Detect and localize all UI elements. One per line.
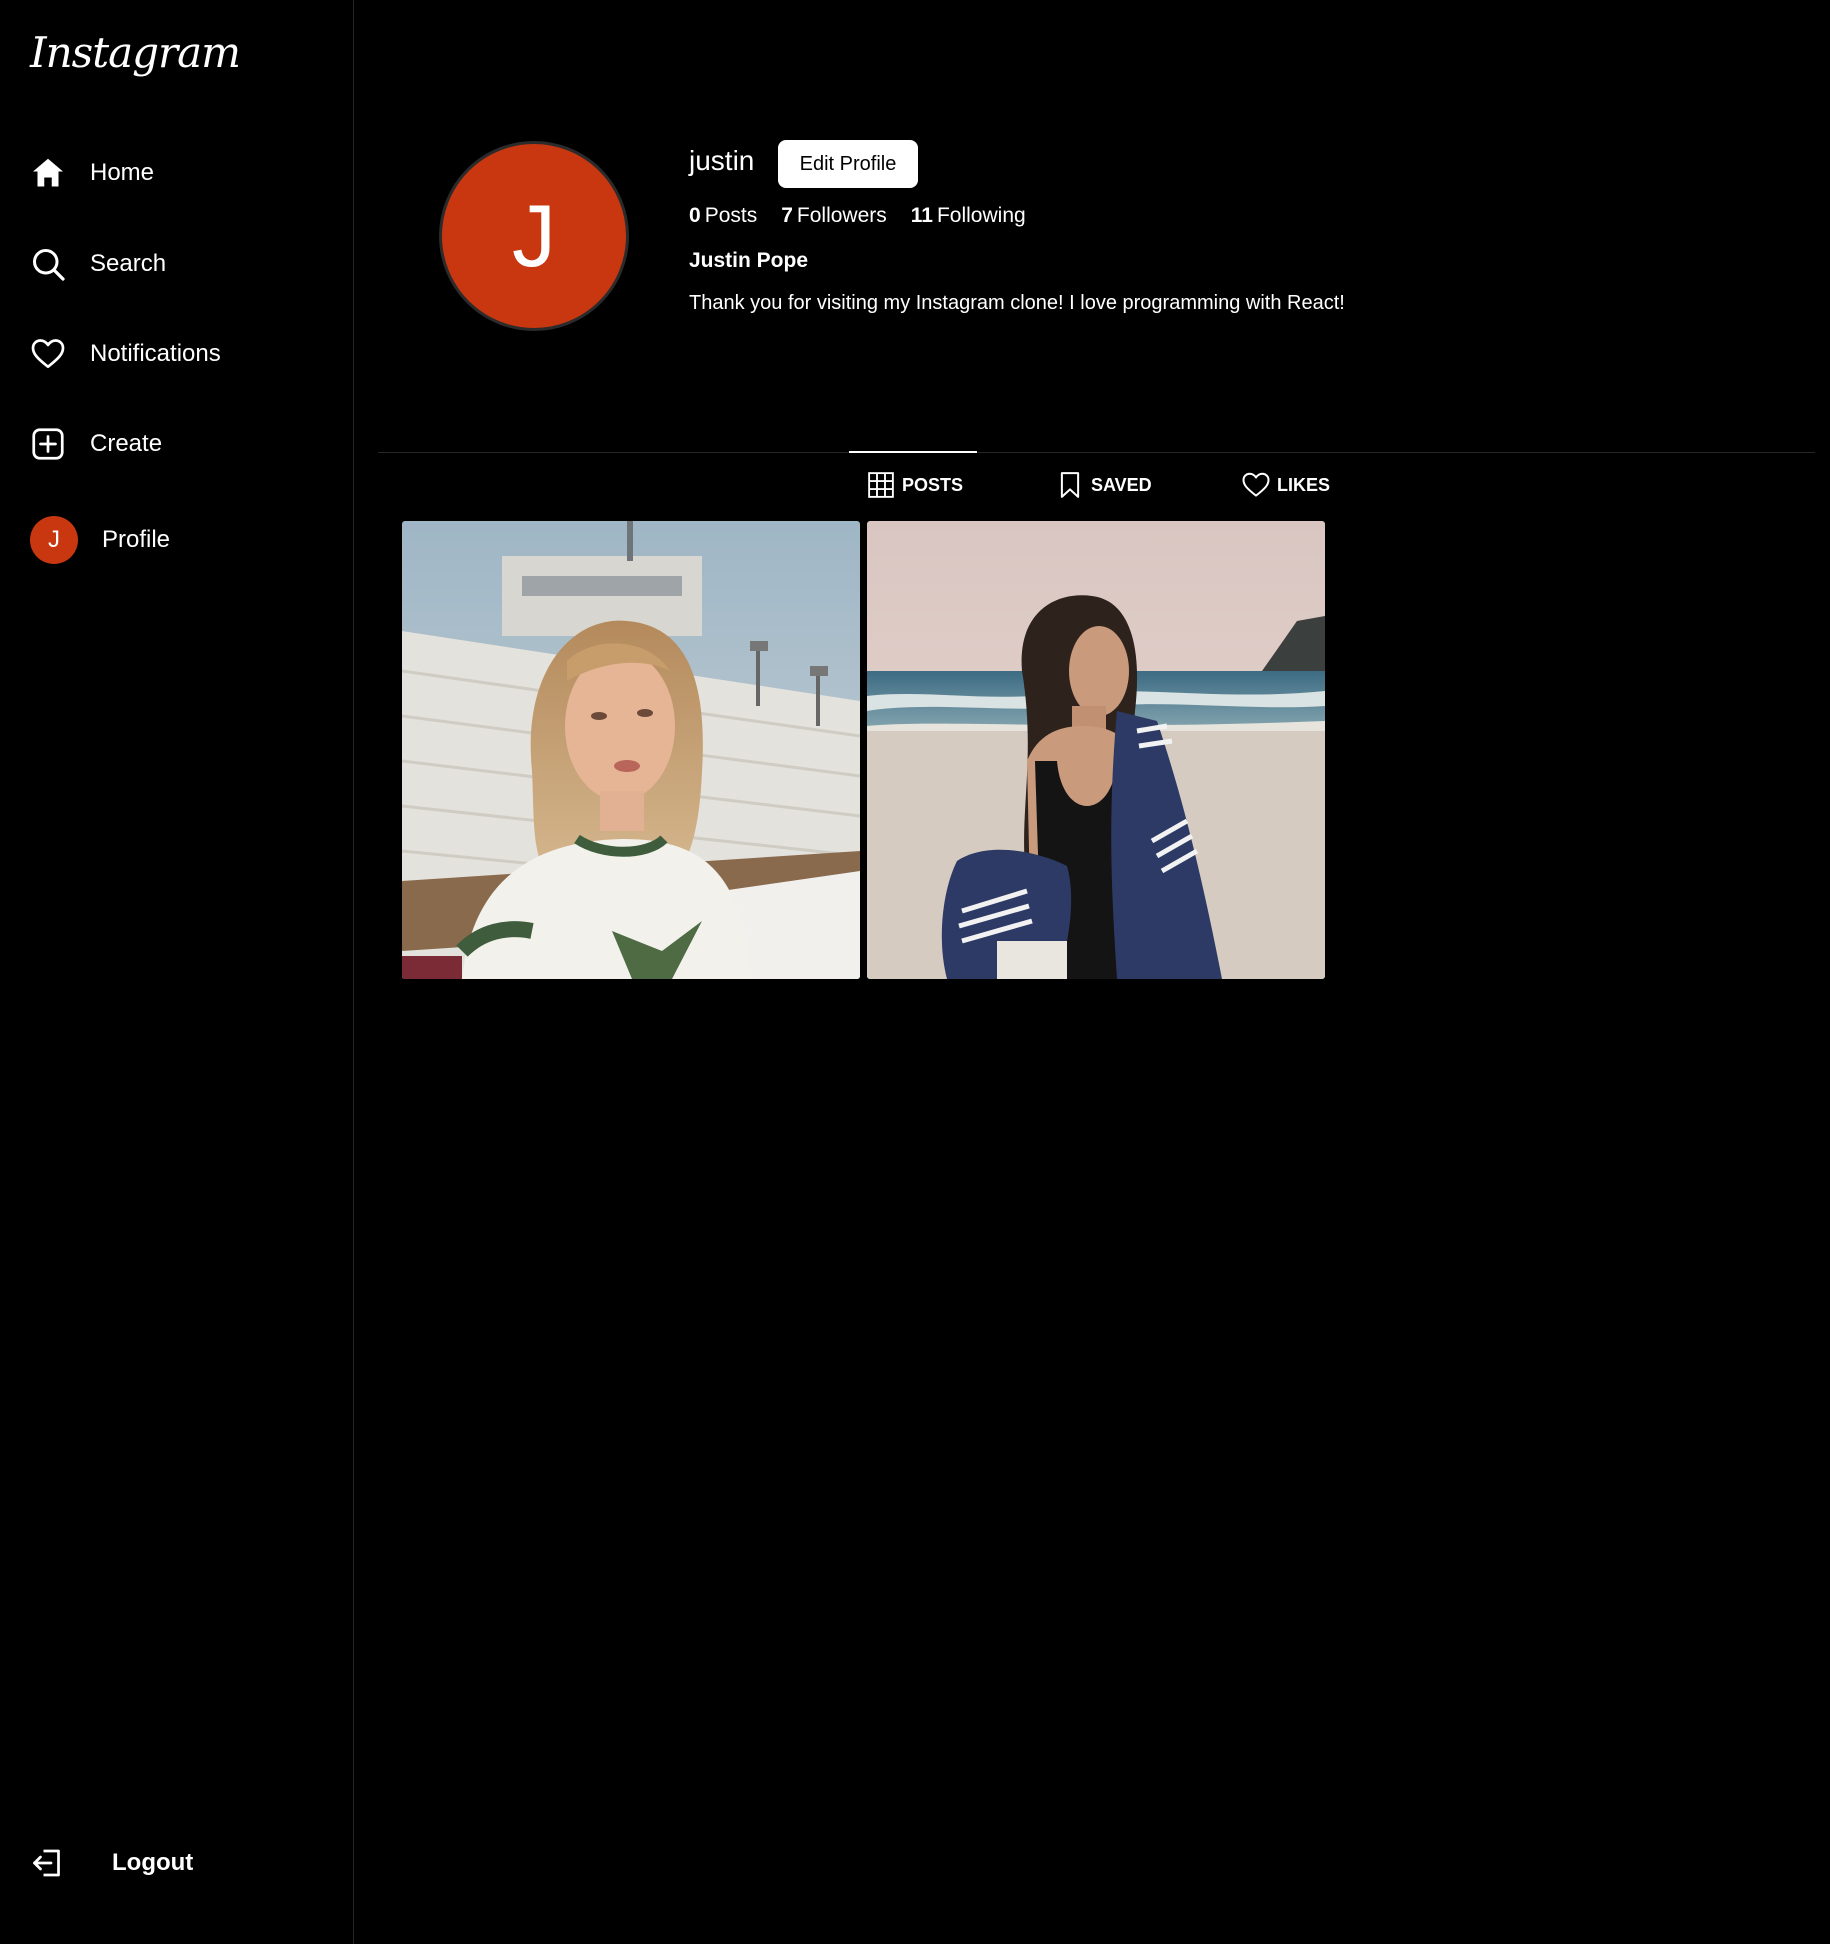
sidebar-item-label: Home [90,159,155,186]
edit-profile-button[interactable]: Edit Profile [778,140,918,188]
tab-label: LIKES [1277,474,1331,495]
photo-woman-beach [867,521,1325,979]
sidebar-item-label: Search [90,250,167,277]
profile-stats: 0 Posts 7 Followers 11 Following [689,204,1050,228]
tab-likes[interactable]: LIKES [1241,470,1330,500]
photo-woman-stadium [402,521,860,979]
sidebar-item-create[interactable]: Create [30,419,162,469]
profile-bio: Thank you for visiting my Instagram clon… [689,292,1345,314]
sidebar-item-search[interactable]: Search [30,239,166,289]
profile-full-name: Justin Pope [689,249,809,272]
tabs-divider [378,452,1815,453]
tab-posts[interactable]: POSTS [866,470,963,500]
post-thumbnail[interactable] [867,521,1325,979]
plus-square-icon [30,426,66,462]
following-count[interactable]: 11 Following [911,204,1026,228]
sidebar-item-label: Profile [102,526,171,553]
tab-label: POSTS [902,474,964,495]
sidebar: Instagram Home Search Notifications Crea… [0,0,354,1944]
sidebar-item-label: Notifications [90,340,221,367]
posts-count: 0 Posts [689,204,757,228]
post-thumbnail[interactable] [402,521,860,979]
profile-avatar[interactable]: J [439,141,629,331]
home-icon [30,155,66,191]
bookmark-icon [1055,470,1085,500]
posts-count-label: Posts [704,204,758,227]
grid-icon [866,470,896,500]
sidebar-item-home[interactable]: Home [30,148,154,198]
heart-icon [30,336,66,372]
heart-icon [1241,470,1271,500]
sidebar-item-label: Create [90,430,163,457]
sidebar-item-profile[interactable]: J Profile [30,515,170,565]
search-icon [30,246,66,282]
sidebar-item-label: Logout [112,1849,194,1876]
tab-saved[interactable]: SAVED [1055,470,1152,500]
tab-label: SAVED [1091,474,1152,495]
instagram-logo[interactable]: Instagram [30,28,241,77]
followers-count-label: Followers [796,204,887,227]
logout-icon [30,1845,66,1881]
sidebar-item-notifications[interactable]: Notifications [30,329,221,379]
avatar: J [30,516,78,564]
followers-count-value: 7 [781,204,793,227]
logout-button[interactable]: Logout [30,1838,193,1888]
profile-username: justin [689,145,755,176]
followers-count[interactable]: 7 Followers [781,204,887,228]
active-tab-indicator [849,451,977,453]
following-count-label: Following [936,204,1026,227]
posts-count-value: 0 [689,204,701,227]
following-count-value: 11 [910,204,933,227]
